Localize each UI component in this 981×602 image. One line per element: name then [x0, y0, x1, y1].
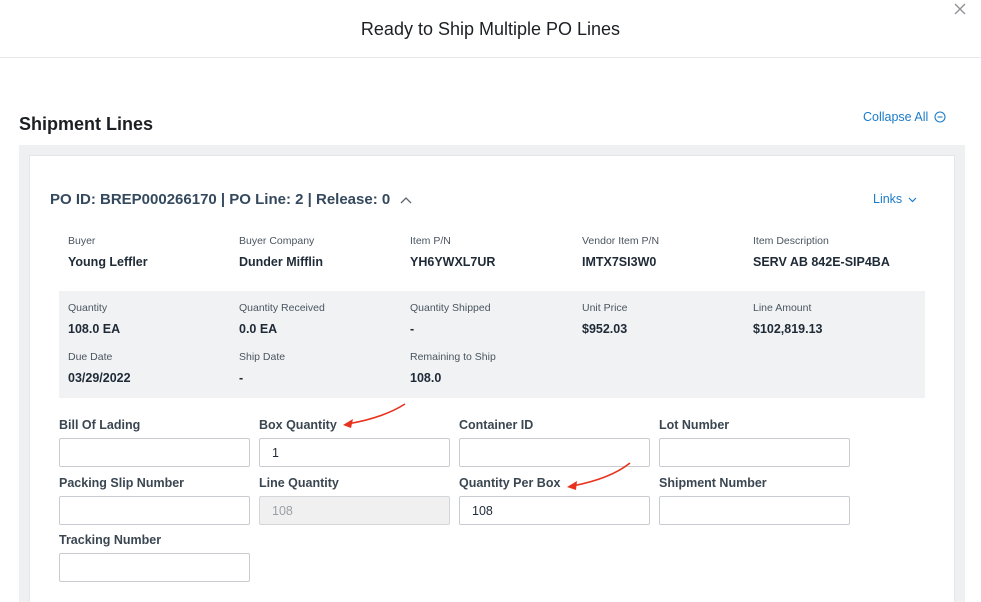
- box-quantity-field: Box Quantity: [259, 418, 450, 467]
- tracking-number-input[interactable]: [59, 553, 250, 582]
- metric-label: Quantity Shipped: [410, 302, 491, 314]
- metric-value: -: [239, 371, 244, 385]
- detail-label: Buyer Company: [239, 235, 315, 247]
- lot-number-input[interactable]: [659, 438, 850, 467]
- collapse-circle-icon: [934, 111, 946, 123]
- metric-value: 03/29/2022: [68, 371, 131, 385]
- collapse-all-label: Collapse All: [863, 110, 929, 124]
- metric-label: Quantity: [68, 302, 108, 314]
- metric-quantity-received: Quantity Received 0.0 EA: [239, 302, 410, 336]
- detail-label: Item P/N: [410, 235, 451, 247]
- container-id-field: Container ID: [459, 418, 650, 467]
- box-quantity-input[interactable]: [259, 438, 450, 467]
- metric-line-amount: Line Amount $102,819.13: [753, 302, 924, 336]
- bill-of-lading-input[interactable]: [59, 438, 250, 467]
- metric-label: Remaining to Ship: [410, 351, 496, 363]
- metric-unit-price: Unit Price $952.03: [582, 302, 753, 336]
- metric-value: 108.0: [410, 371, 442, 385]
- bill-of-lading-label: Bill Of Lading: [59, 418, 141, 432]
- metric-value: 0.0 EA: [239, 322, 278, 336]
- quantity-per-box-label: Quantity Per Box: [459, 476, 561, 490]
- detail-vendor-item-pn: Vendor Item P/N IMTX7SI3W0: [582, 235, 753, 269]
- line-quantity-label: Line Quantity: [259, 476, 339, 490]
- quantity-per-box-field: Quantity Per Box: [459, 476, 650, 525]
- detail-buyer: Buyer Young Leffler: [68, 235, 239, 269]
- metric-label: Due Date: [68, 351, 113, 363]
- modal-header: Ready to Ship Multiple PO Lines: [0, 0, 981, 58]
- po-line-title: PO ID: BREP000266170 | PO Line: 2 | Rele…: [50, 191, 391, 208]
- section-title: Shipment Lines: [19, 114, 154, 134]
- quantity-per-box-input[interactable]: [459, 496, 650, 525]
- detail-value: YH6YWXL7UR: [410, 255, 496, 269]
- metric-label: Line Amount: [753, 302, 812, 314]
- metric-due-date: Due Date 03/29/2022: [68, 351, 239, 385]
- collapse-all-button[interactable]: Collapse All: [863, 110, 946, 124]
- shipment-number-label: Shipment Number: [659, 476, 767, 490]
- detail-item-pn: Item P/N YH6YWXL7UR: [410, 235, 581, 269]
- detail-value: IMTX7SI3W0: [582, 255, 657, 269]
- po-metrics: Quantity 108.0 EA Quantity Received 0.0 …: [59, 291, 925, 398]
- links-dropdown[interactable]: Links: [873, 192, 917, 206]
- detail-value: SERV AB 842E-SIP4BA: [753, 255, 890, 269]
- detail-item-description: Item Description SERV AB 842E-SIP4BA: [753, 235, 924, 269]
- lot-number-label: Lot Number: [659, 418, 730, 432]
- close-icon[interactable]: [953, 2, 969, 18]
- metric-label: Unit Price: [582, 302, 628, 314]
- detail-buyer-company: Buyer Company Dunder Mifflin: [239, 235, 410, 269]
- detail-value: Dunder Mifflin: [239, 255, 324, 269]
- chevron-up-icon[interactable]: [400, 196, 412, 204]
- shipment-number-input[interactable]: [659, 496, 850, 525]
- metric-value: 108.0 EA: [68, 322, 121, 336]
- metric-quantity: Quantity 108.0 EA: [68, 302, 239, 336]
- detail-value: Young Leffler: [68, 255, 148, 269]
- packing-slip-number-field: Packing Slip Number: [59, 476, 250, 525]
- line-quantity-input: [259, 496, 450, 525]
- packing-slip-number-input[interactable]: [59, 496, 250, 525]
- detail-label: Vendor Item P/N: [582, 235, 660, 247]
- packing-slip-number-label: Packing Slip Number: [59, 476, 185, 490]
- container-id-input[interactable]: [459, 438, 650, 467]
- modal-title: Ready to Ship Multiple PO Lines: [360, 19, 621, 39]
- metric-value: -: [410, 322, 415, 336]
- metric-label: Ship Date: [239, 351, 286, 363]
- metric-value: $102,819.13: [753, 322, 823, 336]
- chevron-down-icon: [908, 192, 917, 206]
- metric-quantity-shipped: Quantity Shipped -: [410, 302, 581, 336]
- lot-number-field: Lot Number: [659, 418, 850, 467]
- container-id-label: Container ID: [459, 418, 534, 432]
- metric-remaining-to-ship: Remaining to Ship 108.0: [410, 351, 581, 385]
- po-line-header[interactable]: PO ID: BREP000266170 | PO Line: 2 | Rele…: [50, 191, 412, 208]
- links-label: Links: [873, 192, 903, 206]
- detail-label: Item Description: [753, 235, 829, 247]
- metric-value: $952.03: [582, 322, 628, 336]
- tracking-number-label: Tracking Number: [59, 533, 162, 547]
- metric-ship-date: Ship Date -: [239, 351, 410, 385]
- bill-of-lading-field: Bill Of Lading: [59, 418, 250, 467]
- metric-label: Quantity Received: [239, 302, 325, 314]
- box-quantity-label: Box Quantity: [259, 418, 337, 432]
- line-quantity-field: Line Quantity: [259, 476, 450, 525]
- shipment-number-field: Shipment Number: [659, 476, 850, 525]
- detail-label: Buyer: [68, 235, 96, 247]
- tracking-number-field: Tracking Number: [59, 533, 250, 582]
